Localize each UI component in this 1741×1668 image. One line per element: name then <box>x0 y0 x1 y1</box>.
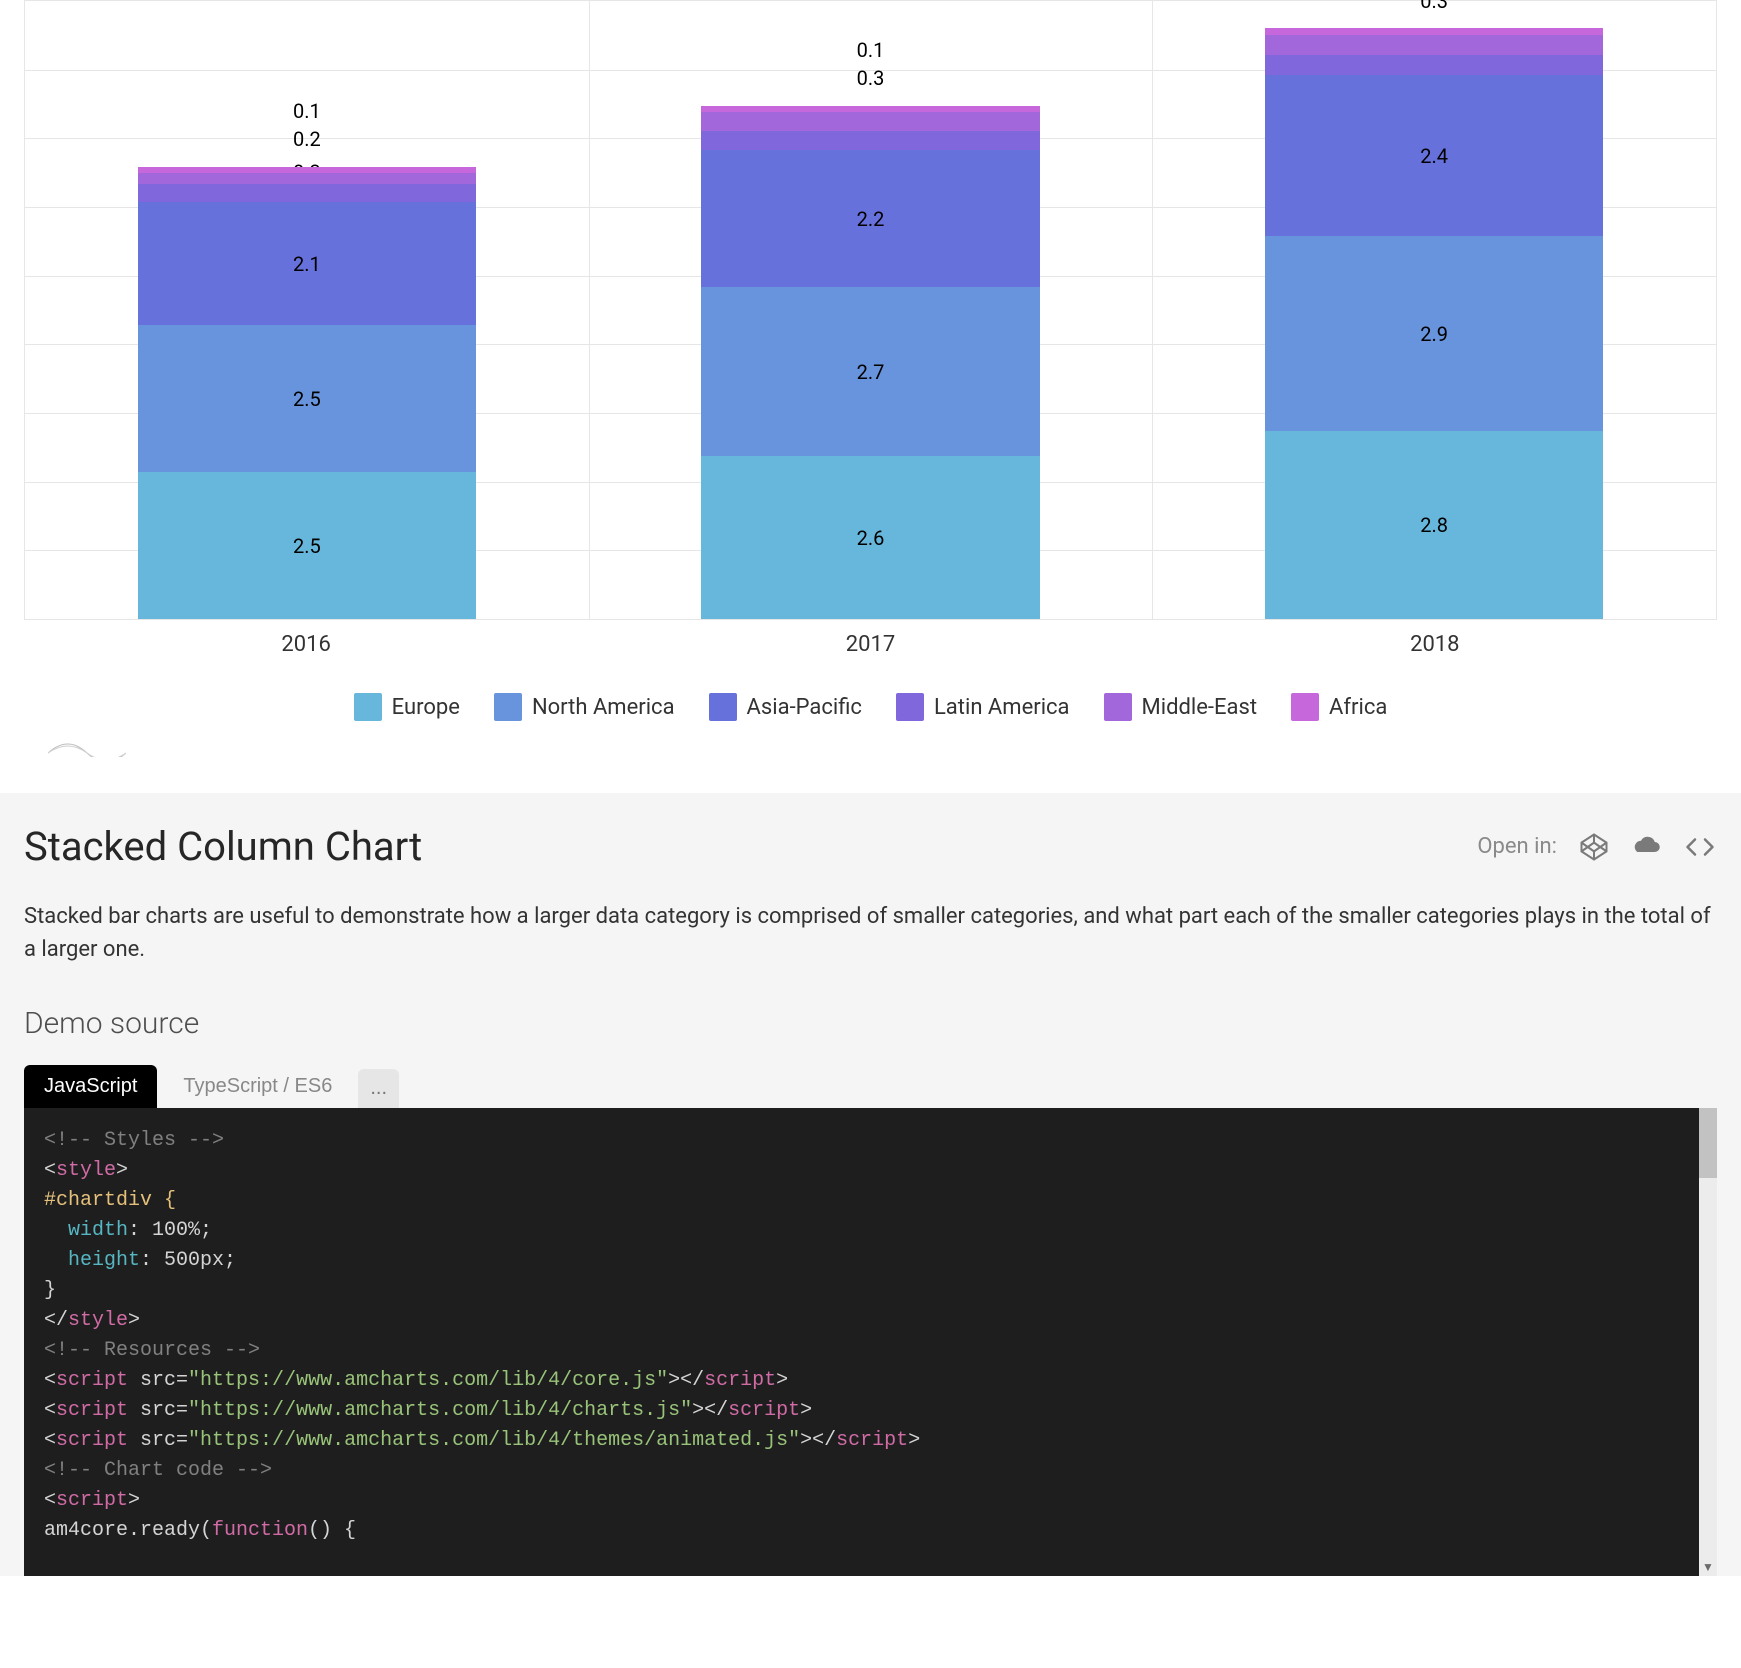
bar-slot: 2.82.92.40.30.30.1 <box>1152 1 1716 619</box>
chart-area: 2.52.52.10.30.20.12.62.72.20.30.30.12.82… <box>0 0 1741 757</box>
bar-segment[interactable]: 2.7 <box>701 287 1039 456</box>
doc-header: Stacked Column Chart Open in: <box>24 823 1717 870</box>
bar-segment[interactable]: 0.2 <box>138 173 476 185</box>
bar-value-label: 2.7 <box>857 362 885 382</box>
legend-swatch <box>1291 693 1319 721</box>
codepen-icon[interactable] <box>1579 832 1609 862</box>
scrollbar-thumb[interactable] <box>1699 1108 1717 1178</box>
bar-segment[interactable]: 0.3 <box>701 131 1039 150</box>
bar-stack[interactable]: 2.52.52.10.30.20.1 <box>138 90 476 619</box>
bar-segment[interactable]: 2.4 <box>1265 75 1603 236</box>
bar-value-label: 2.9 <box>1420 324 1448 344</box>
tab-more[interactable]: ... <box>358 1069 399 1108</box>
code-block[interactable]: <!-- Styles --><style>#chartdiv { width:… <box>24 1108 1717 1576</box>
bar-value-label: 2.8 <box>1420 515 1448 535</box>
code-tabs: JavaScriptTypeScript / ES6... <box>24 1065 1717 1108</box>
code-wrapper: <!-- Styles --><style>#chartdiv { width:… <box>24 1108 1717 1576</box>
bar-segment[interactable]: 0.1 <box>1265 28 1603 35</box>
open-in-bar: Open in: <box>1477 832 1717 862</box>
legend-label: Africa <box>1329 695 1387 720</box>
bar-slot: 2.52.52.10.30.20.1 <box>25 1 589 619</box>
bar-segment[interactable]: 2.9 <box>1265 236 1603 431</box>
legend-item[interactable]: Asia-Pacific <box>709 693 862 721</box>
bar-value-label: 0.1 <box>138 101 476 121</box>
chart-plot[interactable]: 2.52.52.10.30.20.12.62.72.20.30.30.12.82… <box>24 0 1717 620</box>
bar-segment[interactable]: 2.1 <box>138 202 476 325</box>
bar-segment[interactable]: 2.6 <box>701 456 1039 619</box>
code-icon[interactable] <box>1683 832 1717 862</box>
x-axis: 201620172018 <box>24 632 1717 657</box>
bar-segment[interactable]: 0.3 <box>1265 35 1603 55</box>
tab-typescript-es6[interactable]: TypeScript / ES6 <box>163 1065 352 1108</box>
bar-segment[interactable]: 0.3 <box>1265 55 1603 75</box>
chart-bars: 2.52.52.10.30.20.12.62.72.20.30.30.12.82… <box>25 1 1716 619</box>
legend-label: Middle-East <box>1142 695 1258 720</box>
bar-slot: 2.62.72.20.30.30.1 <box>589 1 1153 619</box>
x-axis-tick: 2018 <box>1153 632 1717 657</box>
legend-swatch <box>354 693 382 721</box>
doc-section: Stacked Column Chart Open in: <box>0 793 1741 1576</box>
amcharts-logo[interactable] <box>48 733 1717 757</box>
bar-segment[interactable]: 2.2 <box>701 150 1039 288</box>
bar-value-label: 0.1 <box>701 40 1039 60</box>
bar-value-label: 0.3 <box>1265 0 1603 11</box>
scrollbar-vertical[interactable]: ▲ ▼ <box>1699 1108 1717 1576</box>
legend-swatch <box>1104 693 1132 721</box>
demo-source-heading: Demo source <box>24 1006 1717 1041</box>
legend-item[interactable]: Africa <box>1291 693 1387 721</box>
legend-item[interactable]: Middle-East <box>1104 693 1258 721</box>
x-axis-tick: 2016 <box>24 632 588 657</box>
bar-value-label: 2.4 <box>1420 146 1448 166</box>
open-in-label: Open in: <box>1477 834 1557 859</box>
bar-stack[interactable]: 2.62.72.20.30.30.1 <box>701 56 1039 619</box>
bar-stack[interactable]: 2.82.92.40.30.30.1 <box>1265 15 1603 619</box>
jsfiddle-icon[interactable] <box>1631 832 1661 862</box>
legend-label: Europe <box>392 695 460 720</box>
tab-javascript[interactable]: JavaScript <box>24 1065 157 1108</box>
scrollbar-arrow-down-icon[interactable]: ▼ <box>1699 1558 1717 1576</box>
legend-label: Asia-Pacific <box>747 695 862 720</box>
bar-segment[interactable]: 2.5 <box>138 325 476 472</box>
bar-segment[interactable]: 0.1 <box>701 106 1039 112</box>
legend-swatch <box>494 693 522 721</box>
bar-segment[interactable]: 0.3 <box>138 184 476 202</box>
legend-label: North America <box>532 695 675 720</box>
x-axis-tick: 2017 <box>588 632 1152 657</box>
legend-swatch <box>896 693 924 721</box>
bar-segment[interactable]: 2.5 <box>138 472 476 619</box>
doc-description: Stacked bar charts are useful to demonst… <box>24 900 1717 966</box>
legend-item[interactable]: Latin America <box>896 693 1070 721</box>
bar-value-label: 2.5 <box>293 389 321 409</box>
legend-swatch <box>709 693 737 721</box>
bar-segment[interactable]: 0.1 <box>138 167 476 173</box>
bar-value-label: 2.1 <box>293 254 321 274</box>
bar-value-label: 0.3 <box>701 68 1039 88</box>
chart-legend: Europe North America Asia-Pacific Latin Ame… <box>24 693 1717 721</box>
bar-value-label: 2.6 <box>857 528 885 548</box>
bar-segment[interactable]: 2.8 <box>1265 431 1603 619</box>
legend-label: Latin America <box>934 695 1070 720</box>
page-title: Stacked Column Chart <box>24 823 422 870</box>
bar-value-label: 2.5 <box>293 536 321 556</box>
bar-value-label: 2.2 <box>857 209 885 229</box>
legend-item[interactable]: Europe <box>354 693 460 721</box>
bar-segment[interactable]: 0.3 <box>701 112 1039 131</box>
legend-item[interactable]: North America <box>494 693 675 721</box>
bar-value-label: 0.2 <box>138 129 476 149</box>
